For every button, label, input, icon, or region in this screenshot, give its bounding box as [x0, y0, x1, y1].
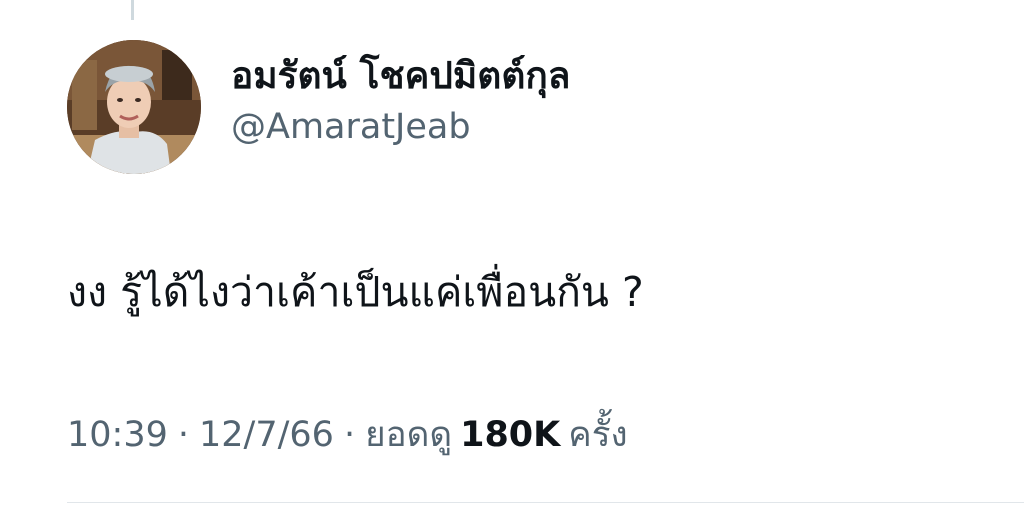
avatar[interactable]: [67, 40, 201, 174]
divider: [67, 502, 1024, 503]
views-unit: ครั้ง: [568, 415, 628, 455]
tweet-detail: อมรัตน์ โชคปมิตต์กุล @AmaratJeab งง รู้ไ…: [0, 0, 1024, 511]
views-count: 180K: [460, 415, 561, 455]
tweet-time[interactable]: 10:39: [67, 415, 168, 455]
meta-separator: ·: [177, 415, 190, 455]
author-handle[interactable]: @AmaratJeab: [231, 104, 570, 150]
views-label: ยอดดู: [365, 415, 453, 455]
thread-connector-line: [131, 0, 134, 20]
author-info: อมรัตน์ โชคปมิตต์กุล @AmaratJeab: [231, 52, 570, 150]
meta-separator: ·: [343, 415, 356, 455]
avatar-photo: [67, 40, 201, 174]
author-display-name[interactable]: อมรัตน์ โชคปมิตต์กุล: [231, 52, 570, 100]
tweet-text: งง รู้ได้ไงว่าเค้าเป็นแค่เพื่อนกัน ?: [67, 268, 644, 316]
tweet-date[interactable]: 12/7/66: [199, 415, 334, 455]
tweet-meta: 10:39 · 12/7/66 · ยอดดู 180K ครั้ง: [67, 410, 628, 460]
